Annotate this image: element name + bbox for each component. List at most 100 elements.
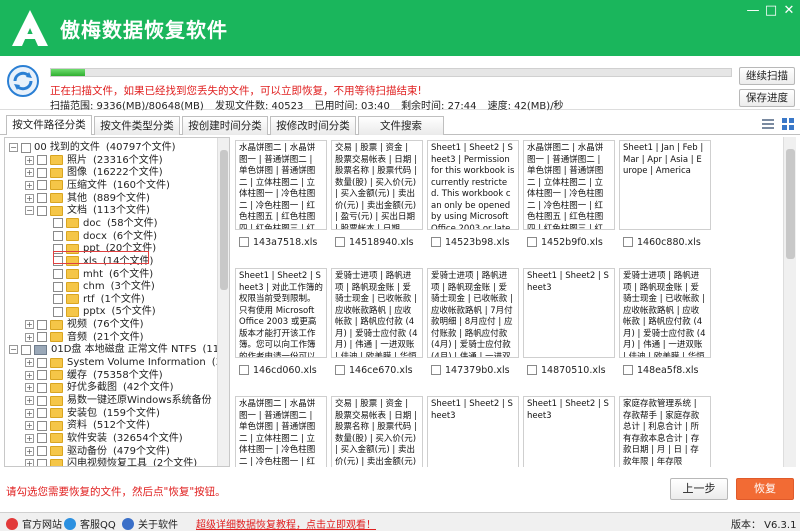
tab-by-type[interactable]: 按文件类型分类 xyxy=(94,116,180,135)
file-checkbox[interactable] xyxy=(335,237,345,247)
tree-checkbox[interactable] xyxy=(53,281,63,292)
expand-icon[interactable]: + xyxy=(25,358,34,368)
collapse-icon[interactable]: − xyxy=(25,206,34,216)
expand-icon[interactable]: + xyxy=(25,421,34,431)
file-preview[interactable]: 爱骑士进项 | 路帆进项 | 路帆现金账 | 爱骑士现金 | 已收帐款 | 应收… xyxy=(619,268,711,358)
tree-checkbox[interactable] xyxy=(37,180,47,191)
expand-icon[interactable]: + xyxy=(25,193,34,203)
tree-row[interactable]: + 闪电视频恢复工具 (2个文件) xyxy=(25,457,197,466)
recover-button[interactable]: 恢复 xyxy=(736,478,794,500)
tab-by-modified[interactable]: 按修改时间分类 xyxy=(270,116,356,135)
tree-checkbox[interactable] xyxy=(37,395,47,406)
tree-row[interactable]: +System Volume Information(3个文件) xyxy=(25,356,229,369)
file-card[interactable]: 水晶饼图二 | 水晶饼图一 | 普通饼图二 | 单色饼图 | 普通饼图二 | 立… xyxy=(523,140,615,252)
tree-checkbox[interactable] xyxy=(37,167,47,178)
file-checkbox[interactable] xyxy=(623,365,633,375)
tree-row[interactable]: + 资料 (512个文件) xyxy=(25,419,150,432)
file-card[interactable]: 爱骑士进项 | 路帆进项 | 路帆现金账 | 爱骑士现金 | 已收帐款 | 应收… xyxy=(331,268,423,380)
file-preview[interactable]: Sheet1 | Sheet2 | Sheet3 xyxy=(427,396,519,467)
expand-icon[interactable]: + xyxy=(25,168,34,178)
expand-icon[interactable]: + xyxy=(25,370,34,380)
expand-icon[interactable]: + xyxy=(25,396,34,405)
tree-row[interactable]: − 00 找到的文件 (40797个文件) xyxy=(9,141,176,154)
expand-icon[interactable]: + xyxy=(25,446,34,456)
tree-checkbox[interactable] xyxy=(37,193,47,204)
tree-row[interactable]: + 照片 (23316个文件) xyxy=(25,154,163,167)
tree-checkbox[interactable] xyxy=(37,370,47,381)
about-link[interactable]: 关于软件 xyxy=(122,516,178,531)
file-card[interactable]: 水晶饼图二 | 水晶饼图一 | 普通饼图二 | 单色饼图 | 普通饼图二 | 立… xyxy=(235,140,327,252)
file-preview[interactable]: 爱骑士进项 | 路帆进项 | 路帆现金账 | 爱骑士现金 | 已收帐款 | 应收… xyxy=(331,268,423,358)
file-card[interactable]: 爱骑士进项 | 路帆进项 | 路帆现金账 | 爱骑士现金 | 已收帐款 | 应收… xyxy=(619,268,711,380)
tree-checkbox[interactable] xyxy=(37,382,47,393)
tree-checkbox[interactable] xyxy=(37,408,47,419)
tree-row[interactable]: −01D盘 本地磁盘 正常文件 NTFS(113573个 xyxy=(9,343,229,356)
file-card[interactable]: 水晶饼图二 | 水晶饼图一 | 普通饼图二 | 单色饼图 | 普通饼图二 | 立… xyxy=(235,396,327,467)
file-card[interactable]: Sheet1 | Sheet2 | Sheet3 xyxy=(427,396,519,467)
tree-row[interactable]: + 软件安装 (32654个文件) xyxy=(25,432,183,445)
tree-row[interactable]: +易数一键还原Windows系统备份(不要删 xyxy=(25,394,229,407)
file-preview[interactable]: 交易 | 股票 | 资金 | 股票交易帐表 | 日期 | 股票名称 | 股票代码… xyxy=(331,140,423,230)
file-checkbox[interactable] xyxy=(527,365,537,375)
tree-checkbox[interactable] xyxy=(21,344,31,355)
file-preview[interactable]: 水晶饼图二 | 水晶饼图一 | 普通饼图二 | 单色饼图 | 普通饼图二 | 立… xyxy=(235,140,327,230)
tree-row[interactable]: chm (3个文件) xyxy=(41,280,155,293)
tree-checkbox[interactable] xyxy=(37,205,47,216)
save-progress-button[interactable]: 保存进度 xyxy=(739,89,795,107)
tree-row[interactable]: doc (58个文件) xyxy=(41,217,158,230)
tree-checkbox[interactable] xyxy=(37,332,47,343)
file-card[interactable]: Sheet1 | Sheet2 | Sheet3 xyxy=(523,396,615,467)
tab-file-search[interactable]: 文件搜索 xyxy=(358,116,444,135)
tree-row[interactable]: + 图像 (16222个文件) xyxy=(25,166,163,179)
tree-scrollbar[interactable] xyxy=(217,138,229,466)
file-checkbox[interactable] xyxy=(527,237,537,247)
tree-checkbox[interactable] xyxy=(21,142,31,153)
tree-row[interactable]: rtf (1个文件) xyxy=(41,293,145,306)
collapse-icon[interactable]: − xyxy=(9,143,18,152)
previous-step-button[interactable]: 上一步 xyxy=(670,478,728,500)
file-checkbox[interactable] xyxy=(431,365,441,375)
tree-row[interactable]: + 好优多截图 (42个文件) xyxy=(25,381,174,394)
close-button[interactable]: ✕ xyxy=(778,2,800,20)
file-card[interactable]: Sheet1 | Sheet2 | Sheet3 | 对此工作簿的权限当前受到限… xyxy=(235,268,327,380)
qq-support-link[interactable]: 客服QQ xyxy=(64,516,116,531)
tree-checkbox[interactable] xyxy=(37,446,47,457)
tab-by-path[interactable]: 按文件路径分类 xyxy=(6,115,92,135)
tree-row[interactable]: + 视频 (76个文件) xyxy=(25,318,144,331)
file-card[interactable]: Sheet1 | Sheet2 | Sheet3 14870510.xls xyxy=(523,268,615,380)
expand-icon[interactable]: + xyxy=(25,408,34,418)
file-checkbox[interactable] xyxy=(239,237,249,247)
file-preview[interactable]: 交易 | 股票 | 资金 | 股票交易帐表 | 日期 | 股票名称 | 股票代码… xyxy=(331,396,423,467)
list-view-icon[interactable] xyxy=(760,116,776,132)
file-preview[interactable]: 爱骑士进项 | 路帆进项 | 路帆现金账 | 爱骑士现金 | 已收帐款 | 应收… xyxy=(427,268,519,358)
file-preview[interactable]: Sheet1 | Sheet2 | Sheet3 | 对此工作簿的权限当前受到限… xyxy=(235,268,327,358)
file-card[interactable]: Sheet1 | Jan | Feb | Mar | Apr | Asia | … xyxy=(619,140,711,252)
file-preview[interactable]: Sheet1 | Sheet2 | Sheet3 xyxy=(523,268,615,358)
tree-checkbox[interactable] xyxy=(53,231,63,242)
tree-row[interactable]: + 音频 (21个文件) xyxy=(25,331,144,344)
file-checkbox[interactable] xyxy=(239,365,249,375)
file-preview[interactable]: Sheet1 | Sheet2 | Sheet3 xyxy=(523,396,615,467)
tree-checkbox[interactable] xyxy=(37,420,47,431)
expand-icon[interactable]: + xyxy=(25,155,34,165)
tree-checkbox[interactable] xyxy=(53,269,63,279)
file-preview[interactable]: 水晶饼图二 | 水晶饼图一 | 普通饼图二 | 单色饼图 | 普通饼图二 | 立… xyxy=(235,396,327,467)
tree-row[interactable]: + 安装包 (159个文件) xyxy=(25,407,160,420)
tree-row[interactable]: − 文档 (113个文件) xyxy=(25,204,150,217)
file-card[interactable]: 交易 | 股票 | 资金 | 股票交易帐表 | 日期 | 股票名称 | 股票代码… xyxy=(331,140,423,252)
file-checkbox[interactable] xyxy=(431,237,441,247)
tree-scrollbar-thumb[interactable] xyxy=(220,150,228,290)
tree-checkbox[interactable] xyxy=(37,155,47,166)
website-link[interactable]: 官方网站 xyxy=(6,516,62,531)
tree-row[interactable]: + 驱动备份 (479个文件) xyxy=(25,445,170,458)
expand-icon[interactable]: + xyxy=(25,332,34,342)
expand-icon[interactable]: + xyxy=(25,180,34,190)
file-checkbox[interactable] xyxy=(335,365,345,375)
file-checkbox[interactable] xyxy=(623,237,633,247)
tree-row[interactable]: + 其他 (889个文件) xyxy=(25,192,150,205)
tree-checkbox[interactable] xyxy=(37,357,47,368)
file-preview[interactable]: 水晶饼图二 | 水晶饼图一 | 普通饼图二 | 单色饼图 | 普通饼图二 | 立… xyxy=(523,140,615,230)
tree-checkbox[interactable] xyxy=(53,306,63,317)
tree-checkbox[interactable] xyxy=(53,294,63,305)
file-preview[interactable]: Sheet1 | Sheet2 | Sheet3 | Permission fo… xyxy=(427,140,519,230)
